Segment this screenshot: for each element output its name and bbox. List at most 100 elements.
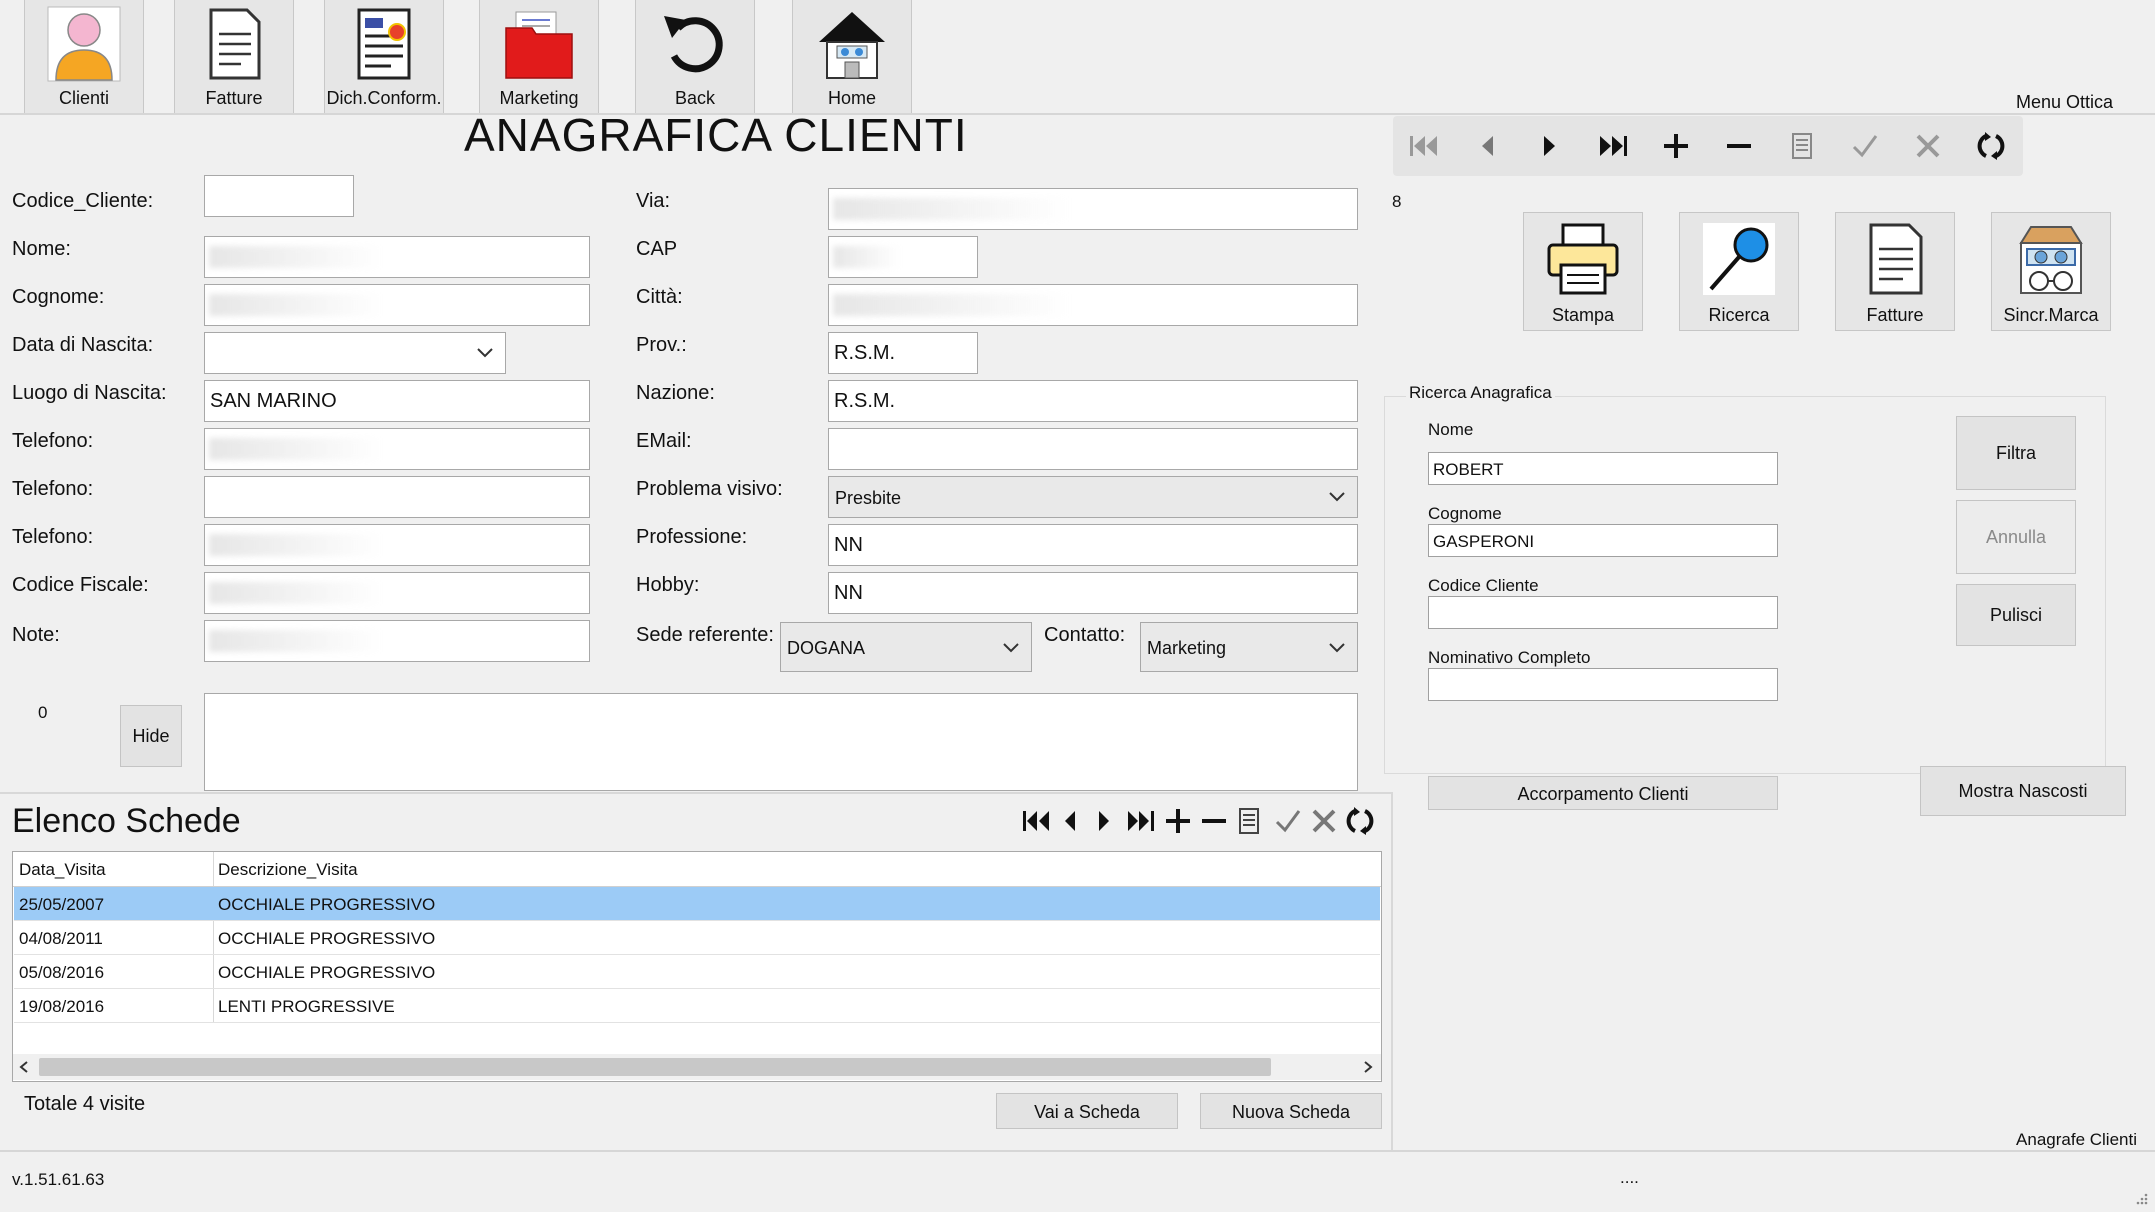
cell-descrizione: OCCHIALE PROGRESSIVO	[218, 929, 436, 948]
edit-record-button[interactable]	[1771, 116, 1833, 176]
nazione-field[interactable]: R.S.M.	[828, 380, 1358, 422]
column-header-data[interactable]: Data_Visita	[19, 860, 106, 880]
mostra-nascosti-button[interactable]: Mostra Nascosti	[1920, 766, 2126, 816]
telefono3-field[interactable]	[204, 524, 590, 566]
codice-cliente-field[interactable]	[204, 175, 354, 217]
toolbar-fatture-button[interactable]: Fatture	[174, 0, 294, 114]
refresh-button[interactable]	[1960, 116, 2022, 176]
cell-descrizione: OCCHIALE PROGRESSIVO	[218, 963, 436, 982]
stampa-label: Stampa	[1551, 305, 1615, 325]
sede-referente-select[interactable]: DOGANA	[780, 622, 1032, 672]
sede-referente-label: Sede referente:	[636, 624, 774, 646]
chevron-down-icon	[1003, 643, 1019, 653]
hobby-field[interactable]: NN	[828, 572, 1358, 614]
list-icon[interactable]	[1238, 807, 1260, 835]
telefono2-field[interactable]	[204, 476, 590, 518]
table-row[interactable]: 05/08/2016 OCCHIALE PROGRESSIVO	[14, 955, 1380, 989]
ricerca-codice-input[interactable]	[1428, 596, 1778, 629]
accorpamento-button[interactable]: Accorpamento Clienti	[1428, 776, 1778, 810]
note-field[interactable]	[204, 620, 590, 662]
toolbar-back-button[interactable]: Back	[635, 0, 755, 114]
table-row[interactable]: 04/08/2011 OCCHIALE PROGRESSIVO	[14, 921, 1380, 955]
next-icon[interactable]	[1094, 807, 1114, 835]
contatto-select[interactable]: Marketing	[1140, 622, 1358, 672]
scrollbar-thumb[interactable]	[39, 1058, 1271, 1076]
chevron-down-icon	[1329, 643, 1345, 653]
prov-field[interactable]: R.S.M.	[828, 332, 978, 374]
last-record-button[interactable]	[1582, 116, 1644, 176]
minus-icon[interactable]	[1200, 807, 1228, 835]
cancel-record-button[interactable]	[1897, 116, 1959, 176]
ricerca-title: Ricerca Anagrafica	[1406, 383, 1555, 403]
toolbar-label: Marketing	[499, 88, 579, 108]
note-textarea[interactable]	[204, 693, 1358, 791]
refresh-icon	[1977, 132, 2005, 160]
check-icon	[1852, 135, 1878, 158]
document-icon	[209, 8, 261, 80]
toolbar-marketing-button[interactable]: Marketing	[479, 0, 599, 114]
problema-visivo-select[interactable]: Presbite	[828, 476, 1358, 518]
nome-field[interactable]	[204, 236, 590, 278]
hide-button[interactable]: Hide	[120, 705, 182, 767]
next-record-button[interactable]	[1519, 116, 1581, 176]
prev-icon	[1482, 136, 1493, 156]
luogo-nascita-field[interactable]: SAN MARINO	[204, 380, 590, 422]
cognome-field[interactable]	[204, 284, 590, 326]
ricerca-cognome-input[interactable]: GASPERONI	[1428, 524, 1778, 557]
table-row[interactable]: 19/08/2016 LENTI PROGRESSIVE	[14, 989, 1380, 1023]
home-icon	[819, 12, 885, 79]
toolbar-home-button[interactable]: Home	[792, 0, 912, 114]
document-icon	[1869, 223, 1923, 295]
nuova-scheda-button[interactable]: Nuova Scheda	[1200, 1093, 1382, 1129]
telefono2-label: Telefono:	[12, 478, 94, 500]
cognome-label: Cognome:	[12, 286, 105, 308]
cap-field[interactable]	[828, 236, 978, 278]
filtra-button[interactable]: Filtra	[1956, 416, 2076, 490]
counter-label: 0	[38, 703, 48, 722]
stampa-button[interactable]: Stampa	[1523, 212, 1643, 331]
contatto-label: Contatto:	[1044, 624, 1126, 646]
ricerca-button[interactable]: Ricerca	[1679, 212, 1799, 331]
menu-ottica-link[interactable]: Menu Ottica	[2016, 92, 2113, 113]
ricerca-nominativo-input[interactable]	[1428, 668, 1778, 701]
sincr-marca-button[interactable]: Sincr.Marca	[1991, 212, 2111, 331]
fatture-side-button[interactable]: Fatture	[1835, 212, 1955, 331]
professione-field[interactable]: NN	[828, 524, 1358, 566]
scroll-left-icon[interactable]	[19, 1061, 29, 1073]
confirm-record-button[interactable]	[1834, 116, 1896, 176]
last-record-icon[interactable]	[1126, 807, 1156, 835]
cell-descrizione: OCCHIALE PROGRESSIVO	[218, 895, 436, 914]
note-label: Note:	[12, 624, 60, 646]
record-navigator	[1393, 116, 2023, 176]
first-record-button[interactable]	[1393, 116, 1455, 176]
codice-fiscale-field[interactable]	[204, 572, 590, 614]
check-icon[interactable]	[1274, 807, 1302, 835]
resize-grip-icon[interactable]	[2133, 1190, 2149, 1206]
schede-navigator	[1020, 804, 1378, 838]
plus-icon[interactable]	[1164, 807, 1192, 835]
prev-record-button[interactable]	[1456, 116, 1518, 176]
via-field[interactable]	[828, 188, 1358, 230]
refresh-icon[interactable]	[1346, 806, 1374, 836]
scroll-right-icon[interactable]	[1363, 1061, 1373, 1073]
toolbar-clienti-button[interactable]: Clienti	[24, 0, 144, 114]
citta-field[interactable]	[828, 284, 1358, 326]
prev-icon[interactable]	[1060, 807, 1080, 835]
pulisci-button[interactable]: Pulisci	[1956, 584, 2076, 646]
hobby-label: Hobby:	[636, 574, 700, 596]
delete-record-button[interactable]	[1708, 116, 1770, 176]
close-icon[interactable]	[1310, 807, 1338, 835]
add-record-button[interactable]	[1645, 116, 1707, 176]
ricerca-nome-input[interactable]: ROBERT	[1428, 452, 1778, 485]
annulla-button[interactable]: Annulla	[1956, 500, 2076, 574]
toolbar-dichconform-button[interactable]: Dich.Conform.	[324, 0, 444, 114]
column-header-descrizione[interactable]: Descrizione_Visita	[218, 860, 358, 880]
first-record-icon[interactable]	[1022, 807, 1052, 835]
table-row[interactable]: 25/05/2007 OCCHIALE PROGRESSIVO	[14, 887, 1380, 921]
data-nascita-picker[interactable]	[204, 332, 506, 374]
vai-scheda-button[interactable]: Vai a Scheda	[996, 1093, 1178, 1129]
telefono1-field[interactable]	[204, 428, 590, 470]
horizontal-scrollbar[interactable]	[13, 1054, 1381, 1080]
email-field[interactable]	[828, 428, 1358, 470]
printer-icon	[1547, 223, 1619, 295]
